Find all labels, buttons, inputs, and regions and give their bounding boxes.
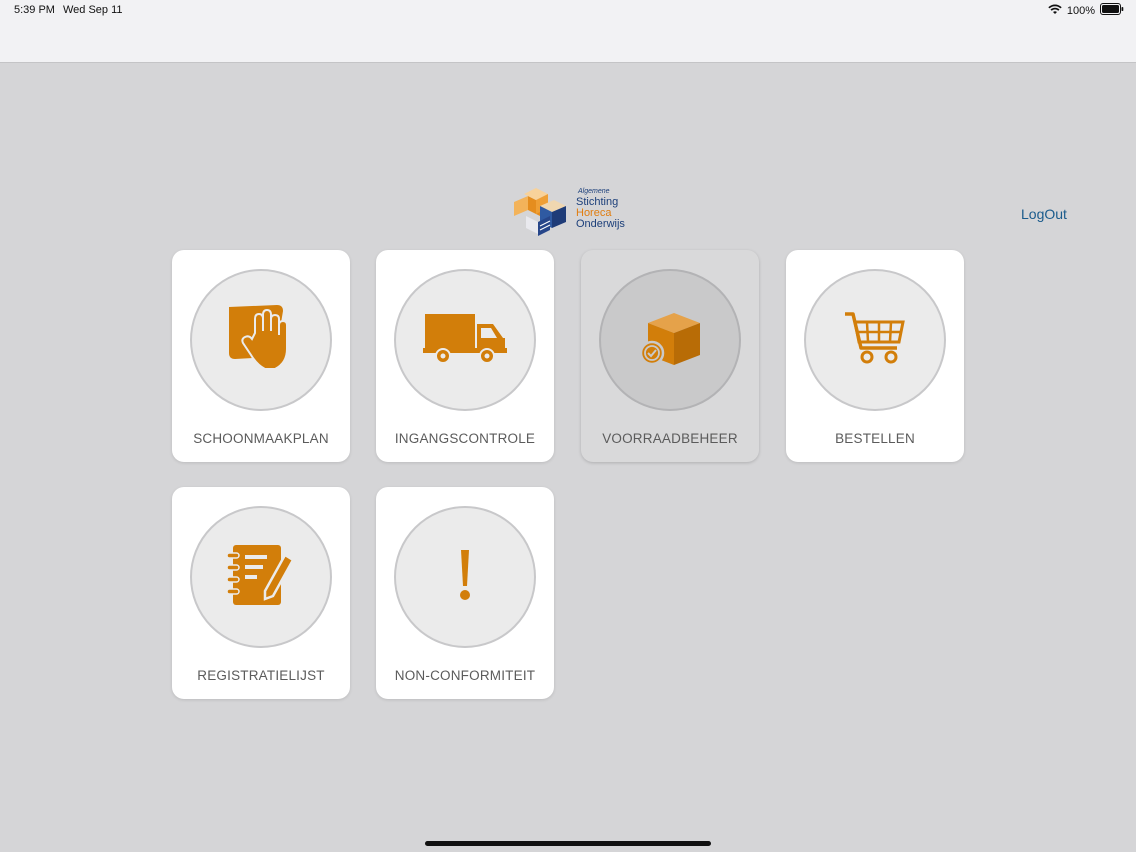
tile-label: SCHOONMAAKPLAN xyxy=(193,431,329,446)
aho-logo: Algemene Stichting Horeca Onderwijs xyxy=(510,186,630,240)
tile-label: REGISTRATIELIJST xyxy=(197,668,325,683)
box-check-icon xyxy=(638,307,702,374)
tile-icon-circle xyxy=(599,269,741,411)
battery-percent: 100% xyxy=(1066,4,1095,17)
tile-icon-circle xyxy=(394,269,536,411)
logo-buildings-icon xyxy=(514,188,566,236)
cleaning-hand-icon xyxy=(225,303,297,378)
tile-label: VOORRAADBEHEER xyxy=(602,431,738,446)
tile-voorraadbeheer[interactable]: VOORRAADBEHEER xyxy=(581,250,759,462)
logo-line-4: Onderwijs xyxy=(576,218,625,230)
wifi-icon xyxy=(1048,4,1062,18)
tile-ingangscontrole[interactable]: INGANGSCONTROLE xyxy=(376,250,554,462)
home-indicator[interactable] xyxy=(425,841,711,846)
tile-label: NON-CONFORMITEIT xyxy=(394,668,536,683)
tile-label: INGANGSCONTROLE xyxy=(394,431,536,446)
tile-icon-circle xyxy=(190,506,332,648)
tile-bestellen[interactable]: BESTELLEN xyxy=(786,250,964,462)
truck-icon xyxy=(423,308,507,373)
tile-icon-circle xyxy=(804,269,946,411)
status-bar: 5:39 PM Wed Sep 11 100% xyxy=(0,0,1136,22)
tile-icon-circle xyxy=(190,269,332,411)
status-time: 5:39 PM xyxy=(14,4,55,16)
exclamation-icon xyxy=(457,548,473,607)
notebook-pen-icon xyxy=(225,543,297,612)
logo-text: Algemene Stichting Horeca Onderwijs xyxy=(576,186,625,230)
tile-icon-circle xyxy=(394,506,536,648)
status-date: Wed Sep 11 xyxy=(63,4,123,16)
navigation-bar xyxy=(0,22,1136,63)
status-indicators: 100% xyxy=(1048,3,1124,18)
battery-icon xyxy=(1100,3,1124,18)
shopping-cart-icon xyxy=(843,310,907,371)
tile-schoonmaakplan[interactable]: SCHOONMAAKPLAN xyxy=(172,250,350,462)
tile-label: BESTELLEN xyxy=(835,431,915,446)
logout-link[interactable]: LogOut xyxy=(1021,206,1067,222)
tile-non-conformiteit[interactable]: NON-CONFORMITEIT xyxy=(376,487,554,699)
tile-registratielijst[interactable]: REGISTRATIELIJST xyxy=(172,487,350,699)
